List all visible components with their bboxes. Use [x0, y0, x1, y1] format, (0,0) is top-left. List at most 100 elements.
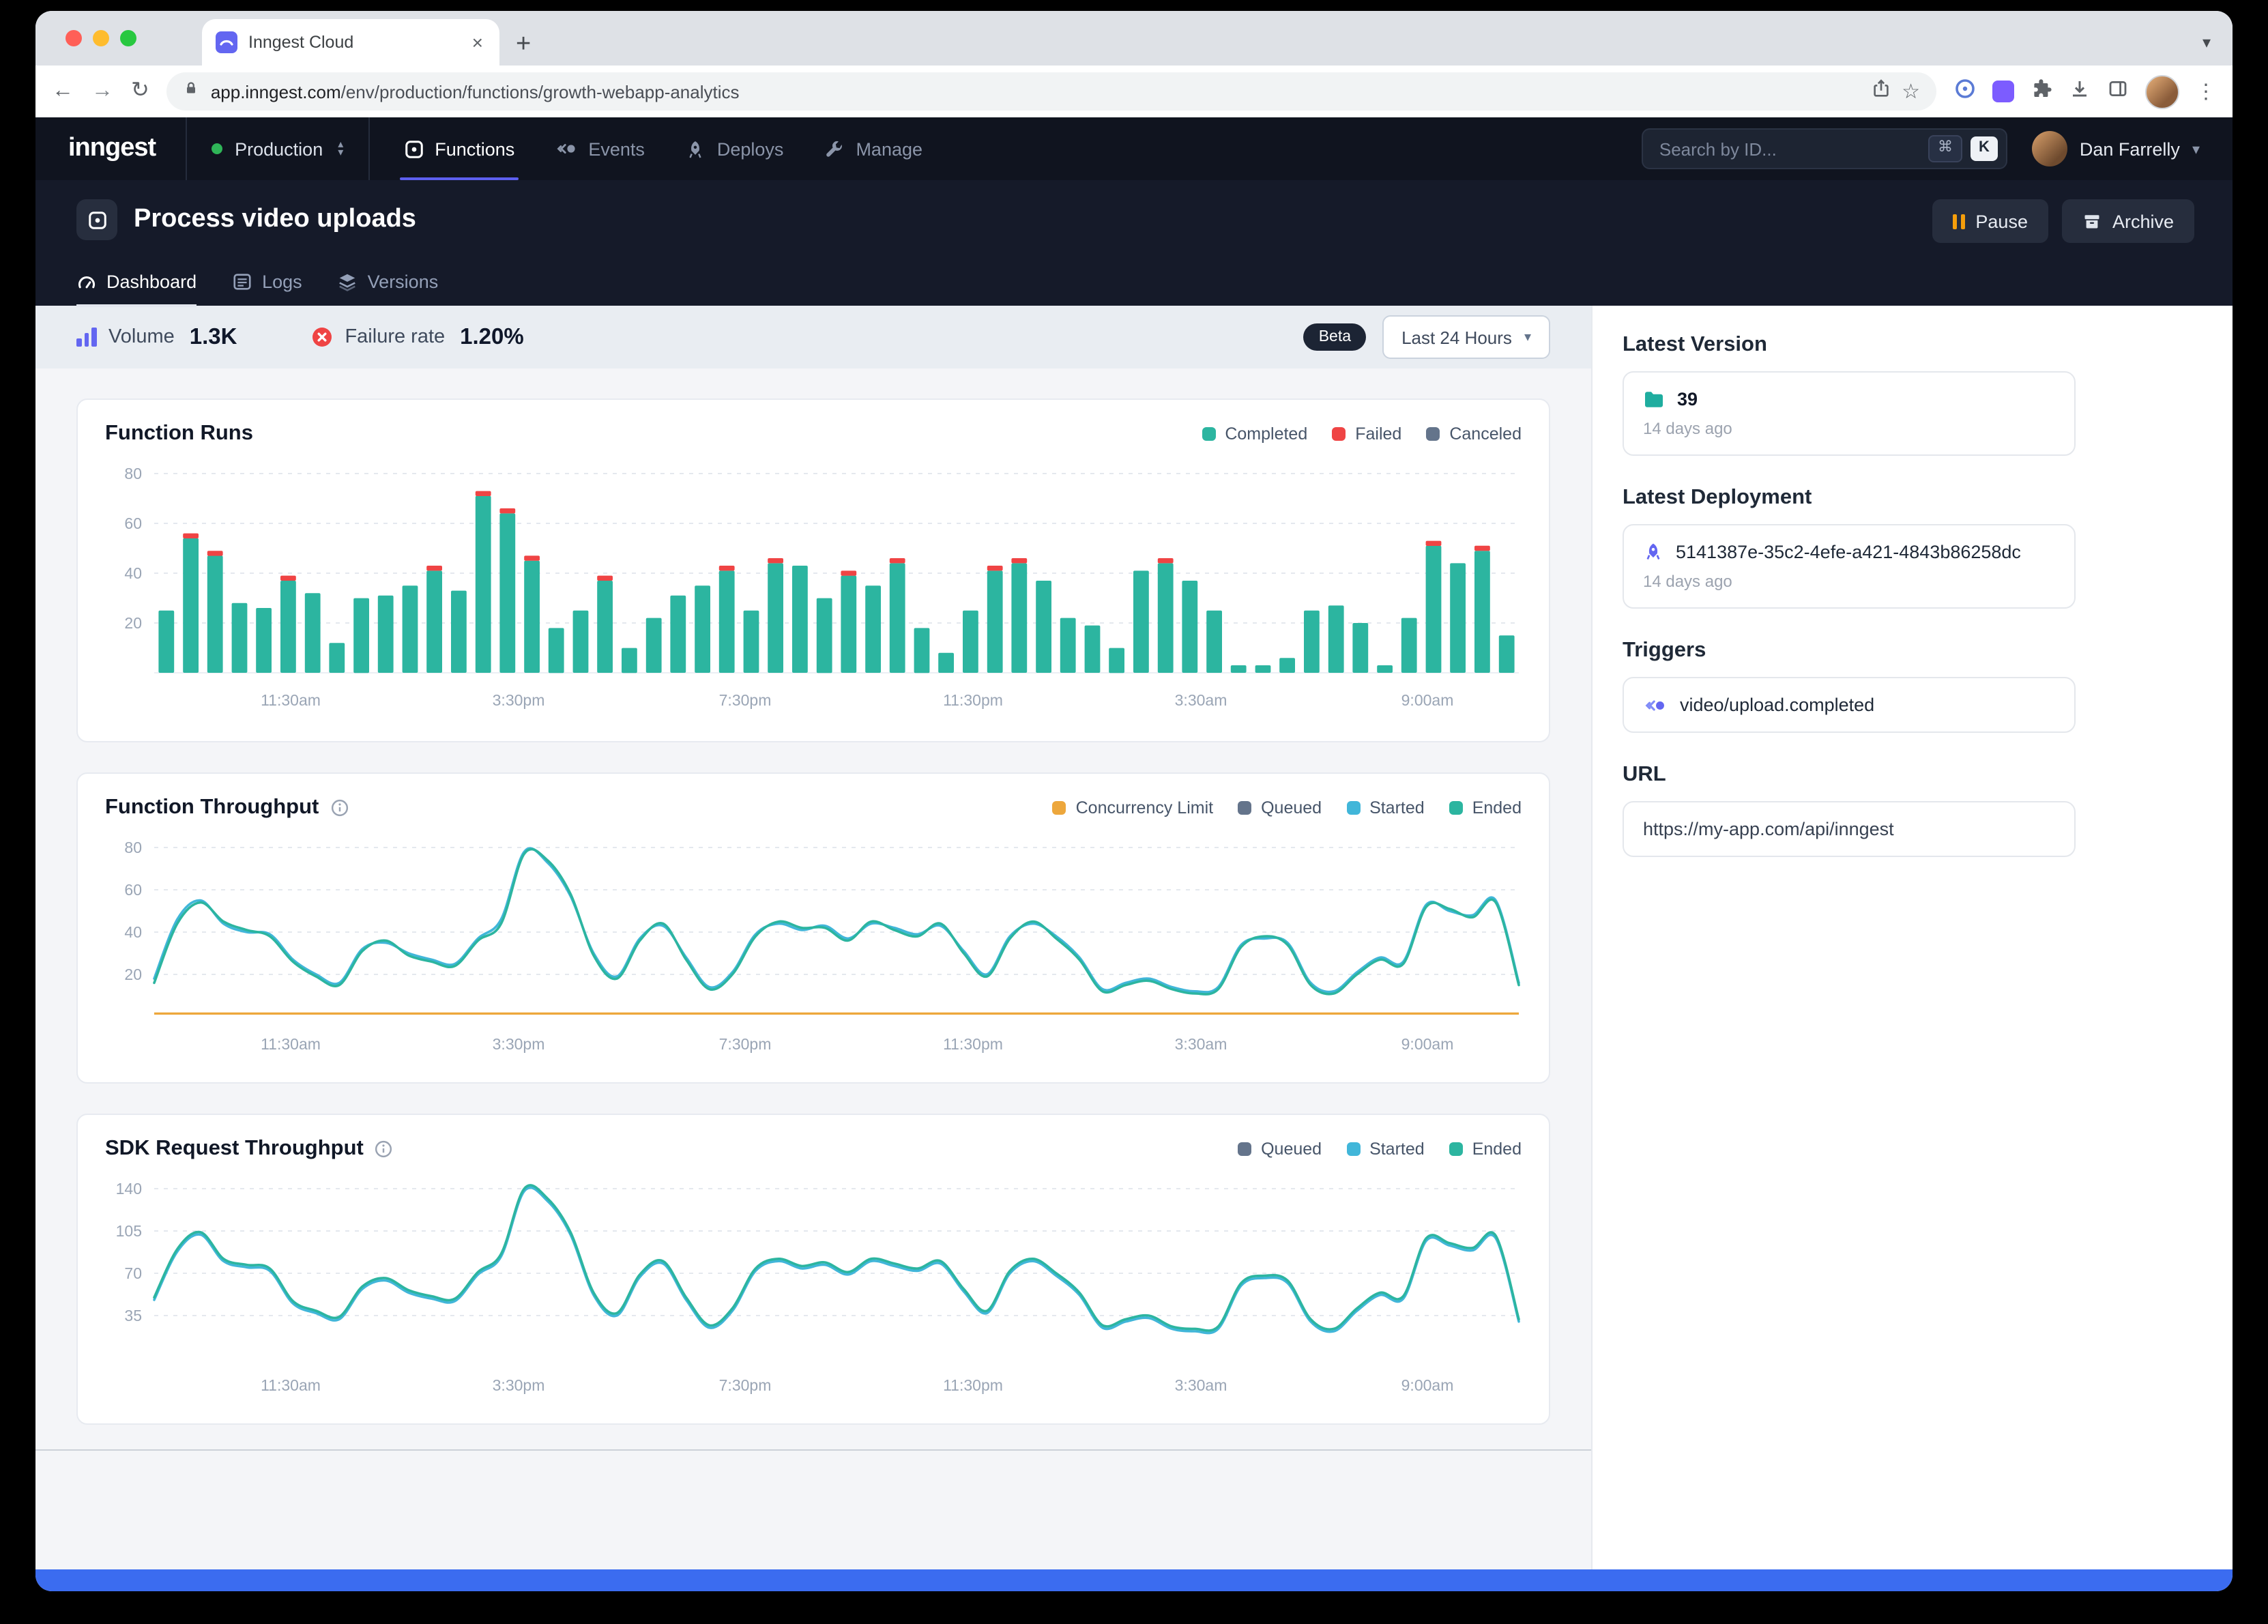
function-throughput-panel: Function Throughput Concurrency Limit Qu…: [76, 772, 1550, 1084]
forward-button[interactable]: →: [91, 81, 113, 102]
environment-label: Production: [235, 139, 323, 159]
browser-tab[interactable]: Inngest Cloud ×: [202, 19, 499, 66]
window-zoom-button[interactable]: [120, 30, 136, 46]
side-panel-icon[interactable]: [2107, 77, 2129, 106]
tab-versions[interactable]: Versions: [338, 255, 439, 307]
window-close-button[interactable]: [66, 30, 82, 46]
download-icon[interactable]: [2069, 77, 2091, 106]
sdk-throughput-panel: SDK Request Throughput Queued Started En…: [76, 1114, 1550, 1425]
extension-circle-icon[interactable]: [1954, 77, 1976, 106]
svg-text:60: 60: [124, 514, 142, 532]
share-icon[interactable]: [1870, 78, 1891, 105]
svg-text:60: 60: [124, 881, 142, 899]
failure-icon: [310, 326, 332, 348]
extension-purple-icon[interactable]: [1992, 81, 2014, 102]
trigger-card[interactable]: video/upload.completed: [1623, 677, 2076, 733]
tab-search-chevron-icon[interactable]: ▾: [2202, 33, 2211, 52]
nav-item-events[interactable]: Events: [535, 117, 665, 180]
deployment-time: 14 days ago: [1643, 572, 2055, 591]
details-sidebar: Latest Version 39 14 days ago Latest Dep…: [1591, 306, 2233, 1569]
svg-text:3:30am: 3:30am: [1175, 1035, 1227, 1053]
trigger-event-name[interactable]: video/upload.completed: [1680, 695, 1874, 715]
k-key-icon: K: [1971, 137, 1998, 160]
lock-icon: [184, 79, 200, 104]
time-range-select[interactable]: Last 24 Hours ▾: [1382, 315, 1550, 359]
app-header: inngest Production ▴▾ Functions Events: [35, 117, 2233, 180]
function-icon: [76, 199, 117, 240]
user-menu-chevron-icon: ▾: [2192, 140, 2200, 158]
back-button[interactable]: ←: [52, 81, 74, 102]
folder-icon: [1643, 390, 1665, 409]
legend-dot-ended: [1449, 1142, 1463, 1156]
search-input[interactable]: [1659, 139, 1920, 159]
primary-nav: Functions Events Deploys Manage: [383, 117, 943, 180]
svg-text:80: 80: [124, 839, 142, 856]
nav-item-manage[interactable]: Manage: [804, 117, 943, 180]
environment-selector[interactable]: Production ▴▾: [187, 117, 368, 180]
info-icon[interactable]: [330, 798, 349, 817]
reload-button[interactable]: ↻: [131, 81, 149, 102]
latest-deployment-heading: Latest Deployment: [1623, 486, 2233, 510]
sdk-throughput-chart: 357010514011:30am3:30pm7:30pm11:30pm3:30…: [105, 1172, 1524, 1407]
address-bar[interactable]: app.inngest.com/env/production/functions…: [167, 72, 1936, 111]
dashboard-icon: [76, 271, 97, 291]
svg-text:7:30pm: 7:30pm: [719, 1035, 772, 1053]
bookmark-star-icon[interactable]: ☆: [1902, 79, 1920, 104]
page-title: Process video uploads: [134, 205, 416, 235]
archive-button[interactable]: Archive: [2062, 199, 2194, 243]
search-box[interactable]: ⌘ K: [1642, 128, 2007, 169]
panel-title: Function Throughput: [105, 796, 319, 820]
nav-label: Functions: [435, 139, 514, 159]
browser-tabstrip: Inngest Cloud × + ▾: [35, 11, 2233, 66]
browser-window: Inngest Cloud × + ▾ ← → ↻ app.inngest.co…: [35, 11, 2233, 1591]
window-minimize-button[interactable]: [93, 30, 109, 46]
new-tab-button[interactable]: +: [516, 31, 531, 57]
panel-title: SDK Request Throughput: [105, 1137, 364, 1161]
function-runs-panel: Function Runs Completed Failed Canceled …: [76, 398, 1550, 742]
svg-text:11:30am: 11:30am: [261, 691, 321, 709]
pause-button[interactable]: Pause: [1932, 199, 2048, 243]
extensions-puzzle-icon[interactable]: [2031, 77, 2052, 106]
svg-text:9:00am: 9:00am: [1401, 1376, 1454, 1394]
legend-dot-canceled: [1426, 427, 1440, 441]
svg-text:20: 20: [124, 966, 142, 983]
failure-rate-stat: Failure rate 1.20%: [310, 324, 523, 350]
info-icon[interactable]: [375, 1140, 394, 1159]
inngest-logo[interactable]: inngest: [35, 134, 186, 164]
svg-text:40: 40: [124, 923, 142, 941]
svg-text:3:30am: 3:30am: [1175, 691, 1227, 709]
logs-icon: [232, 271, 252, 291]
deployment-hash[interactable]: 5141387e-35c2-4efe-a421-4843b86258dc: [1676, 542, 2021, 562]
nav-item-functions[interactable]: Functions: [383, 117, 535, 180]
function-url: https://my-app.com/api/inngest: [1643, 819, 1894, 839]
user-menu[interactable]: Dan Farrelly ▾: [2032, 131, 2233, 166]
failure-value: 1.20%: [460, 324, 524, 350]
latest-deployment-card[interactable]: 5141387e-35c2-4efe-a421-4843b86258dc 14 …: [1623, 524, 2076, 609]
function-tabs: Dashboard Logs Versions: [76, 255, 2192, 307]
user-avatar: [2032, 131, 2067, 166]
version-number: 39: [1677, 389, 1698, 409]
function-throughput-chart: 2040608011:30am3:30pm7:30pm11:30pm3:30am…: [105, 831, 1524, 1066]
nav-item-deploys[interactable]: Deploys: [665, 117, 804, 180]
environment-chevrons-icon: ▴▾: [338, 141, 343, 157]
stats-bar: Volume 1.3K Failure rate 1.20% Beta Last…: [35, 306, 1591, 368]
browser-menu-kebab-icon[interactable]: ⋮: [2196, 79, 2216, 104]
version-time: 14 days ago: [1643, 419, 2055, 438]
tab-dashboard[interactable]: Dashboard: [76, 255, 197, 307]
svg-text:70: 70: [124, 1264, 142, 1282]
svg-text:11:30pm: 11:30pm: [943, 691, 1003, 709]
svg-text:3:30pm: 3:30pm: [493, 1376, 545, 1394]
tab-close-icon[interactable]: ×: [469, 31, 486, 53]
legend-dot-concurrency-limit: [1053, 801, 1066, 815]
tab-logs[interactable]: Logs: [232, 255, 302, 307]
url-card: https://my-app.com/api/inngest: [1623, 801, 2076, 857]
svg-text:7:30pm: 7:30pm: [719, 1376, 772, 1394]
svg-text:3:30am: 3:30am: [1175, 1376, 1227, 1394]
browser-profile-avatar[interactable]: [2145, 74, 2179, 108]
inngest-favicon-icon: [216, 31, 237, 53]
archive-icon: [2082, 212, 2102, 231]
svg-text:20: 20: [124, 614, 142, 632]
browser-toolbar: ← → ↻ app.inngest.com/env/production/fun…: [35, 66, 2233, 117]
browser-extension-icons: ⋮: [1954, 74, 2216, 108]
panel-title: Function Runs: [105, 422, 253, 446]
